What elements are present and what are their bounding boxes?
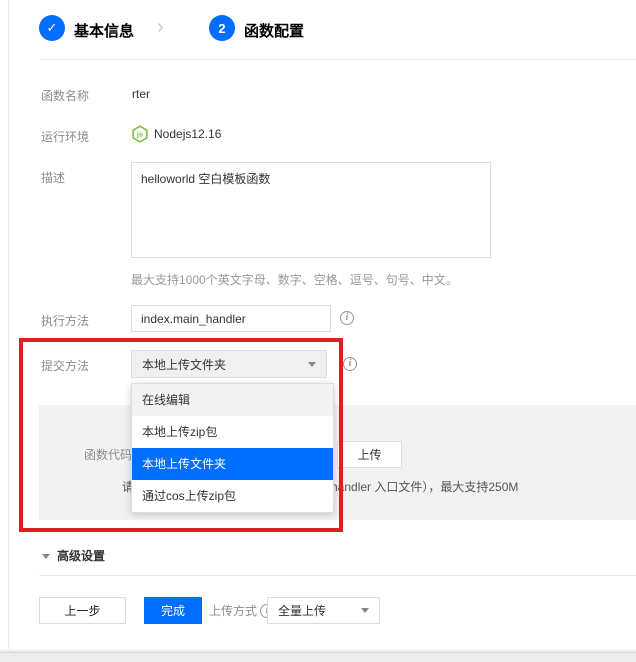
menu-item-upload-folder[interactable]: 本地上传文件夹 — [132, 448, 333, 480]
submit-method-label: 提交方法 — [41, 357, 89, 374]
description-hint: 最大支持1000个英文字母、数字、空格、逗号、句号、中文。 — [131, 271, 458, 288]
submit-method-info-icon[interactable]: i — [343, 357, 357, 371]
upload-mode-label-row: 上传方式 i — [209, 597, 274, 624]
check-icon: ✓ — [47, 20, 58, 36]
upload-mode-selected-value: 全量上传 — [268, 602, 361, 619]
step2-label: 函数配置 — [244, 20, 304, 41]
advanced-settings-toggle[interactable]: 高级设置 — [42, 547, 105, 564]
upload-mode-label: 上传方式 — [209, 602, 257, 619]
submit-method-select[interactable]: 本地上传文件夹 — [131, 350, 327, 378]
upload-button[interactable]: 上传 — [337, 441, 402, 468]
wizard-card: ✓ 基本信息 › 2 函数配置 函数名称 rter 运行环境 js Nodejs… — [8, 0, 636, 652]
step2-number: 2 — [218, 21, 225, 36]
runtime-value: Nodejs12.16 — [154, 127, 221, 141]
step1-check-circle: ✓ — [39, 15, 65, 41]
header-divider — [39, 59, 636, 60]
description-textarea[interactable]: helloworld 空白模板函数 — [131, 162, 491, 258]
step1-label: 基本信息 — [74, 20, 134, 41]
submit-method-dropdown-menu: 在线编辑 本地上传zip包 本地上传文件夹 通过cos上传zip包 — [131, 383, 334, 513]
handler-info-icon[interactable]: i — [340, 311, 354, 325]
handler-input[interactable] — [131, 305, 331, 332]
function-name-label: 函数名称 — [41, 87, 89, 104]
function-config-page: ✓ 基本信息 › 2 函数配置 函数名称 rter 运行环境 js Nodejs… — [0, 0, 636, 662]
submit-method-selected-value: 本地上传文件夹 — [132, 356, 308, 373]
upload-mode-select[interactable]: 全量上传 — [267, 597, 380, 624]
finish-button[interactable]: 完成 — [144, 597, 202, 624]
runtime-value-row: js Nodejs12.16 — [131, 125, 221, 143]
page-background-strip — [0, 652, 636, 662]
footer-divider — [39, 575, 636, 576]
triangle-down-icon — [42, 554, 50, 559]
menu-item-online-edit[interactable]: 在线编辑 — [132, 384, 333, 416]
advanced-settings-label: 高级设置 — [57, 549, 105, 563]
runtime-label: 运行环境 — [41, 128, 89, 145]
prev-step-button[interactable]: 上一步 — [39, 597, 126, 624]
menu-item-upload-zip[interactable]: 本地上传zip包 — [132, 416, 333, 448]
step2-number-circle: 2 — [209, 15, 235, 41]
handler-label: 执行方法 — [41, 312, 89, 329]
chevron-right-icon: › — [157, 17, 164, 37]
code-hint-visible: handler 入口文件），最大支持250M — [331, 478, 518, 495]
function-name-value: rter — [132, 87, 150, 101]
caret-down-icon — [361, 608, 369, 613]
description-label: 描述 — [41, 169, 65, 186]
caret-down-icon — [308, 362, 316, 367]
svg-text:js: js — [136, 130, 143, 139]
menu-item-cos-zip[interactable]: 通过cos上传zip包 — [132, 480, 333, 512]
nodejs-icon: js — [131, 125, 149, 143]
